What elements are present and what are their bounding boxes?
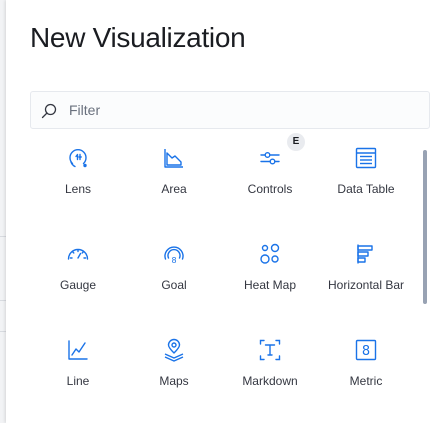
maps-icon [162,338,186,362]
filter-field[interactable] [30,91,430,129]
vis-tile-markdown[interactable]: Markdown [222,332,318,423]
data-table-icon [354,146,378,170]
vis-tile-heat-map[interactable]: Heat Map [222,236,318,332]
scrollbar[interactable] [423,150,427,304]
svg-text:8: 8 [171,256,176,265]
visualization-grid: Lens Area Controls Data Table Gauge 8 Go… [30,140,414,423]
vis-label: Lens [64,182,92,196]
metric-icon: 8 [354,338,378,362]
search-icon [41,103,57,119]
vis-label: Goal [161,278,187,292]
vis-tile-area[interactable]: Area [126,140,222,236]
line-chart-icon [66,338,90,362]
goal-icon: 8 [162,242,186,266]
markdown-icon [258,338,282,362]
vis-label: Markdown [242,374,298,388]
modal-title: New Visualization [30,22,246,53]
vis-tile-lens[interactable]: Lens [30,140,126,236]
vis-label: Controls [247,182,293,196]
horizontal-bar-icon [354,242,378,266]
lens-icon [66,146,90,170]
vis-tile-data-table[interactable]: Data Table [318,140,414,236]
svg-text:8: 8 [362,344,370,359]
vis-label: Gauge [59,278,97,292]
experimental-badge: E [287,133,305,151]
vis-label: Data Table [337,182,395,196]
vis-tile-line[interactable]: Line [30,332,126,423]
vis-label: Heat Map [243,278,297,292]
filter-input[interactable] [69,92,419,128]
vis-tile-gauge[interactable]: Gauge [30,236,126,332]
gauge-icon [66,242,90,266]
vis-tile-controls[interactable]: Controls [222,140,318,236]
vis-label: Horizontal Bar [327,278,405,292]
area-chart-icon [162,146,186,170]
vis-label: Line [66,374,90,388]
vis-tile-metric[interactable]: 8 Metric [318,332,414,423]
vis-tile-maps[interactable]: Maps [126,332,222,423]
controls-icon [258,146,282,170]
vis-label: Maps [159,374,189,388]
vis-label: Area [161,182,187,196]
vis-label: Metric [349,374,383,388]
vis-tile-horizontal-bar[interactable]: Horizontal Bar [318,236,414,332]
new-visualization-modal: New Visualization Lens [6,0,446,423]
heat-map-icon [258,242,282,266]
vis-tile-goal[interactable]: 8 Goal [126,236,222,332]
